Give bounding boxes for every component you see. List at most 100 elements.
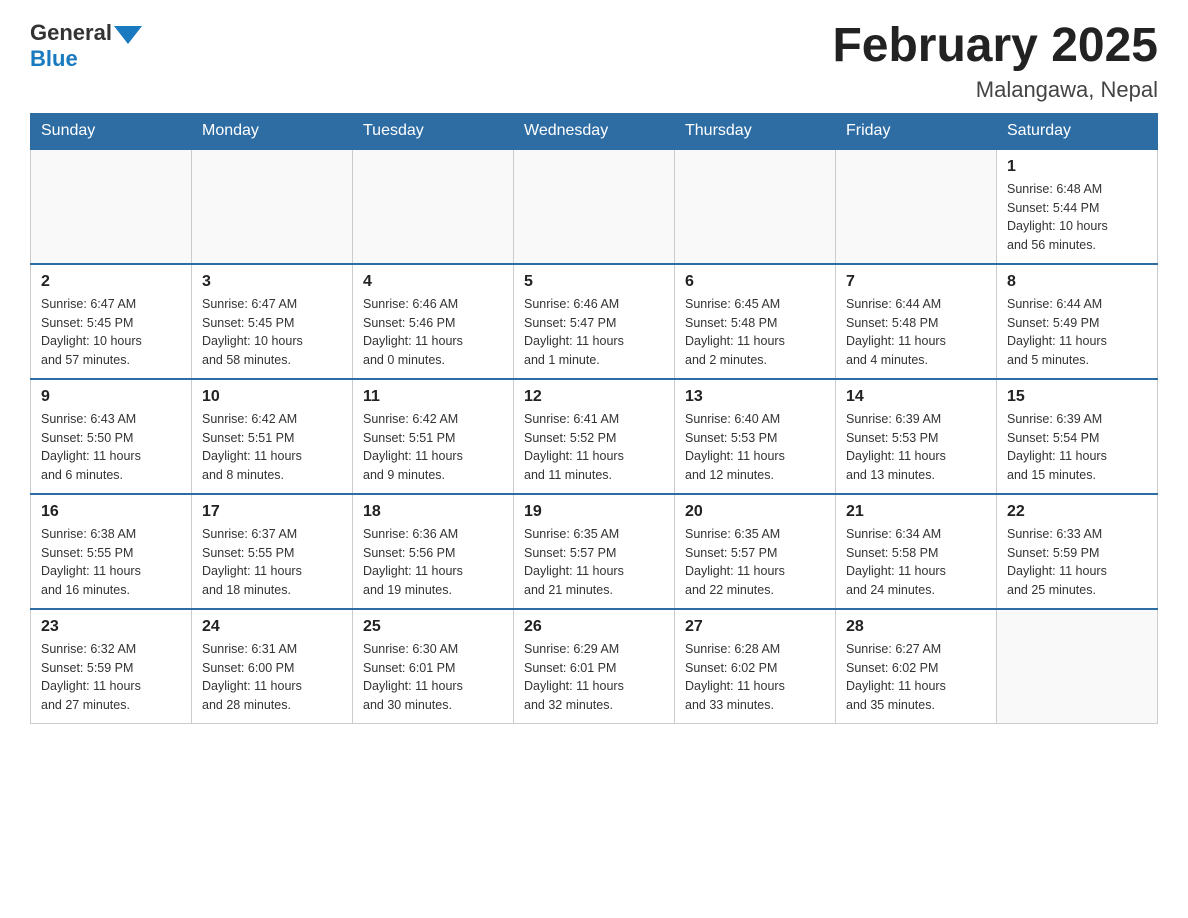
calendar-cell: 13Sunrise: 6:40 AMSunset: 5:53 PMDayligh… xyxy=(675,379,836,494)
logo-text-blue: Blue xyxy=(30,46,78,72)
calendar-cell: 16 Sunrise: 6:38 AMSunset: 5:55 PMDayligh… xyxy=(31,494,192,609)
day-header-tuesday: Tuesday xyxy=(353,113,514,149)
calendar-cell xyxy=(997,609,1158,724)
day-info: Sunrise: 6:35 AMSunset: 5:57 PMDaylight:… xyxy=(524,525,664,600)
day-number: 15 xyxy=(1007,388,1147,406)
day-info: Sunrise: 6:33 AMSunset: 5:59 PMDaylight:… xyxy=(1007,525,1147,600)
day-number: 19 xyxy=(524,503,664,521)
calendar-cell: 12 Sunrise: 6:41 AMSunset: 5:52 PMDayligh… xyxy=(514,379,675,494)
day-number: 12 xyxy=(524,388,664,406)
calendar-table: SundayMondayTuesdayWednesdayThursdayFrid… xyxy=(30,113,1158,724)
day-info: Sunrise: 6:46 AMSunset: 5:46 PMDaylight:… xyxy=(363,295,503,370)
calendar-cell: 3 Sunrise: 6:47 AMSunset: 5:45 PMDaylight… xyxy=(192,264,353,379)
calendar-cell: 1 Sunrise: 6:48 AMSunset: 5:44 PMDaylight… xyxy=(997,149,1158,264)
calendar-week-row: 1 Sunrise: 6:48 AMSunset: 5:44 PMDaylight… xyxy=(31,149,1158,264)
day-number: 16 xyxy=(41,503,181,521)
day-info: Sunrise: 6:42 AMSunset: 5:51 PMDaylight:… xyxy=(202,410,342,485)
day-number: 24 xyxy=(202,618,342,636)
page-header: General Blue February 2025 Malangawa, Ne… xyxy=(30,20,1158,103)
day-number: 22 xyxy=(1007,503,1147,521)
calendar-cell xyxy=(514,149,675,264)
calendar-cell: 25 Sunrise: 6:30 AMSunset: 6:01 PMDayligh… xyxy=(353,609,514,724)
title-section: February 2025 Malangawa, Nepal xyxy=(832,20,1158,103)
calendar-cell: 18Sunrise: 6:36 AMSunset: 5:56 PMDayligh… xyxy=(353,494,514,609)
day-number: 20 xyxy=(685,503,825,521)
day-info: Sunrise: 6:32 AMSunset: 5:59 PMDaylight:… xyxy=(41,640,181,715)
calendar-cell: 11 Sunrise: 6:42 AMSunset: 5:51 PMDayligh… xyxy=(353,379,514,494)
day-info: Sunrise: 6:41 AMSunset: 5:52 PMDaylight:… xyxy=(524,410,664,485)
calendar-cell: 23Sunrise: 6:32 AMSunset: 5:59 PMDayligh… xyxy=(31,609,192,724)
calendar-cell xyxy=(31,149,192,264)
logo-text-general: General xyxy=(30,20,112,46)
calendar-cell: 19 Sunrise: 6:35 AMSunset: 5:57 PMDayligh… xyxy=(514,494,675,609)
day-number: 21 xyxy=(846,503,986,521)
day-number: 8 xyxy=(1007,273,1147,291)
day-header-sunday: Sunday xyxy=(31,113,192,149)
day-number: 14 xyxy=(846,388,986,406)
day-header-thursday: Thursday xyxy=(675,113,836,149)
day-number: 11 xyxy=(363,388,503,406)
day-number: 6 xyxy=(685,273,825,291)
day-number: 27 xyxy=(685,618,825,636)
calendar-cell: 28 Sunrise: 6:27 AMSunset: 6:02 PMDayligh… xyxy=(836,609,997,724)
calendar-cell: 21Sunrise: 6:34 AMSunset: 5:58 PMDayligh… xyxy=(836,494,997,609)
calendar-cell: 6 Sunrise: 6:45 AMSunset: 5:48 PMDaylight… xyxy=(675,264,836,379)
calendar-cell: 8Sunrise: 6:44 AMSunset: 5:49 PMDaylight… xyxy=(997,264,1158,379)
day-info: Sunrise: 6:40 AMSunset: 5:53 PMDaylight:… xyxy=(685,410,825,485)
day-info: Sunrise: 6:27 AMSunset: 6:02 PMDaylight:… xyxy=(846,640,986,715)
calendar-week-row: 23Sunrise: 6:32 AMSunset: 5:59 PMDayligh… xyxy=(31,609,1158,724)
day-header-monday: Monday xyxy=(192,113,353,149)
day-info: Sunrise: 6:45 AMSunset: 5:48 PMDaylight:… xyxy=(685,295,825,370)
calendar-cell: 7 Sunrise: 6:44 AMSunset: 5:48 PMDaylight… xyxy=(836,264,997,379)
day-number: 1 xyxy=(1007,158,1147,176)
day-info: Sunrise: 6:39 AMSunset: 5:53 PMDaylight:… xyxy=(846,410,986,485)
calendar-week-row: 2 Sunrise: 6:47 AMSunset: 5:45 PMDaylight… xyxy=(31,264,1158,379)
day-number: 25 xyxy=(363,618,503,636)
day-header-friday: Friday xyxy=(836,113,997,149)
calendar-cell: 27 Sunrise: 6:28 AMSunset: 6:02 PMDayligh… xyxy=(675,609,836,724)
calendar-cell: 17Sunrise: 6:37 AMSunset: 5:55 PMDayligh… xyxy=(192,494,353,609)
day-info: Sunrise: 6:39 AMSunset: 5:54 PMDaylight:… xyxy=(1007,410,1147,485)
calendar-cell: 14 Sunrise: 6:39 AMSunset: 5:53 PMDayligh… xyxy=(836,379,997,494)
day-info: Sunrise: 6:42 AMSunset: 5:51 PMDaylight:… xyxy=(363,410,503,485)
day-info: Sunrise: 6:43 AMSunset: 5:50 PMDaylight:… xyxy=(41,410,181,485)
calendar-week-row: 9 Sunrise: 6:43 AMSunset: 5:50 PMDaylight… xyxy=(31,379,1158,494)
location-title: Malangawa, Nepal xyxy=(832,77,1158,103)
logo: General Blue xyxy=(30,20,142,72)
day-number: 5 xyxy=(524,273,664,291)
day-number: 4 xyxy=(363,273,503,291)
day-info: Sunrise: 6:37 AMSunset: 5:55 PMDaylight:… xyxy=(202,525,342,600)
day-info: Sunrise: 6:29 AMSunset: 6:01 PMDaylight:… xyxy=(524,640,664,715)
day-info: Sunrise: 6:47 AMSunset: 5:45 PMDaylight:… xyxy=(41,295,181,370)
day-header-wednesday: Wednesday xyxy=(514,113,675,149)
day-number: 9 xyxy=(41,388,181,406)
day-info: Sunrise: 6:48 AMSunset: 5:44 PMDaylight:… xyxy=(1007,180,1147,255)
calendar-cell: 5 Sunrise: 6:46 AMSunset: 5:47 PMDaylight… xyxy=(514,264,675,379)
calendar-cell xyxy=(353,149,514,264)
day-number: 10 xyxy=(202,388,342,406)
calendar-cell: 20 Sunrise: 6:35 AMSunset: 5:57 PMDayligh… xyxy=(675,494,836,609)
day-info: Sunrise: 6:28 AMSunset: 6:02 PMDaylight:… xyxy=(685,640,825,715)
calendar-cell: 10 Sunrise: 6:42 AMSunset: 5:51 PMDayligh… xyxy=(192,379,353,494)
day-info: Sunrise: 6:47 AMSunset: 5:45 PMDaylight:… xyxy=(202,295,342,370)
calendar-cell xyxy=(836,149,997,264)
calendar-cell xyxy=(675,149,836,264)
day-info: Sunrise: 6:35 AMSunset: 5:57 PMDaylight:… xyxy=(685,525,825,600)
day-info: Sunrise: 6:38 AMSunset: 5:55 PMDaylight:… xyxy=(41,525,181,600)
day-info: Sunrise: 6:46 AMSunset: 5:47 PMDaylight:… xyxy=(524,295,664,370)
day-info: Sunrise: 6:30 AMSunset: 6:01 PMDaylight:… xyxy=(363,640,503,715)
calendar-cell xyxy=(192,149,353,264)
day-info: Sunrise: 6:44 AMSunset: 5:48 PMDaylight:… xyxy=(846,295,986,370)
day-number: 3 xyxy=(202,273,342,291)
calendar-cell: 2 Sunrise: 6:47 AMSunset: 5:45 PMDaylight… xyxy=(31,264,192,379)
day-number: 18 xyxy=(363,503,503,521)
logo-triangle-icon xyxy=(114,26,142,44)
month-year-title: February 2025 xyxy=(832,20,1158,73)
day-number: 7 xyxy=(846,273,986,291)
day-number: 26 xyxy=(524,618,664,636)
calendar-cell: 24Sunrise: 6:31 AMSunset: 6:00 PMDayligh… xyxy=(192,609,353,724)
day-number: 2 xyxy=(41,273,181,291)
day-header-saturday: Saturday xyxy=(997,113,1158,149)
day-number: 28 xyxy=(846,618,986,636)
calendar-header-row: SundayMondayTuesdayWednesdayThursdayFrid… xyxy=(31,113,1158,149)
